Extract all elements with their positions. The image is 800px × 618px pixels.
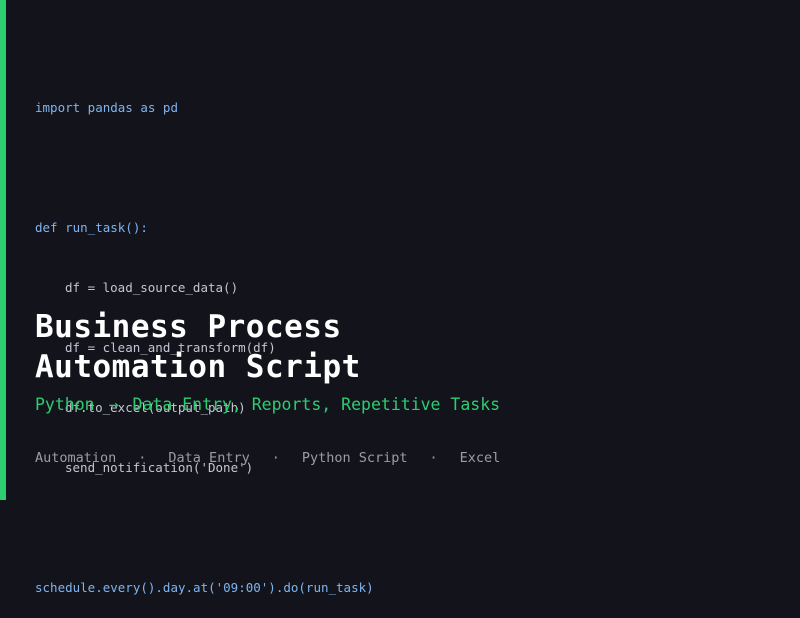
tag-item: Automation (35, 450, 117, 466)
accent-bar (0, 0, 6, 500)
title-line-1: Business Process (35, 309, 342, 345)
tag-item: Python Script (301, 450, 408, 466)
arrow-icon: → (108, 395, 119, 414)
subtitle-targets: Data Entry, Reports, Repetitive Tasks (132, 395, 501, 414)
tag-separator: · (138, 450, 147, 466)
tag-list: Automation · Data Entry · Python Script … (35, 449, 500, 467)
page-title: Business Process Automation Script (35, 307, 361, 387)
code-line-schedule: schedule.every().day.at('09:00').do(run_… (35, 580, 374, 595)
tag-item: Excel (459, 450, 501, 466)
subtitle-language: Python (35, 395, 95, 414)
code-line-def: def run_task(): (35, 220, 148, 235)
tag-separator: · (271, 450, 280, 466)
title-line-2: Automation Script (35, 349, 361, 385)
tag-item: Data Entry (168, 450, 250, 466)
tag-separator: · (429, 450, 438, 466)
code-line-import: import pandas as pd (35, 100, 178, 115)
code-line-load: df = load_source_data() (65, 280, 239, 295)
subtitle: Python → Data Entry, Reports, Repetitive T… (35, 394, 500, 416)
